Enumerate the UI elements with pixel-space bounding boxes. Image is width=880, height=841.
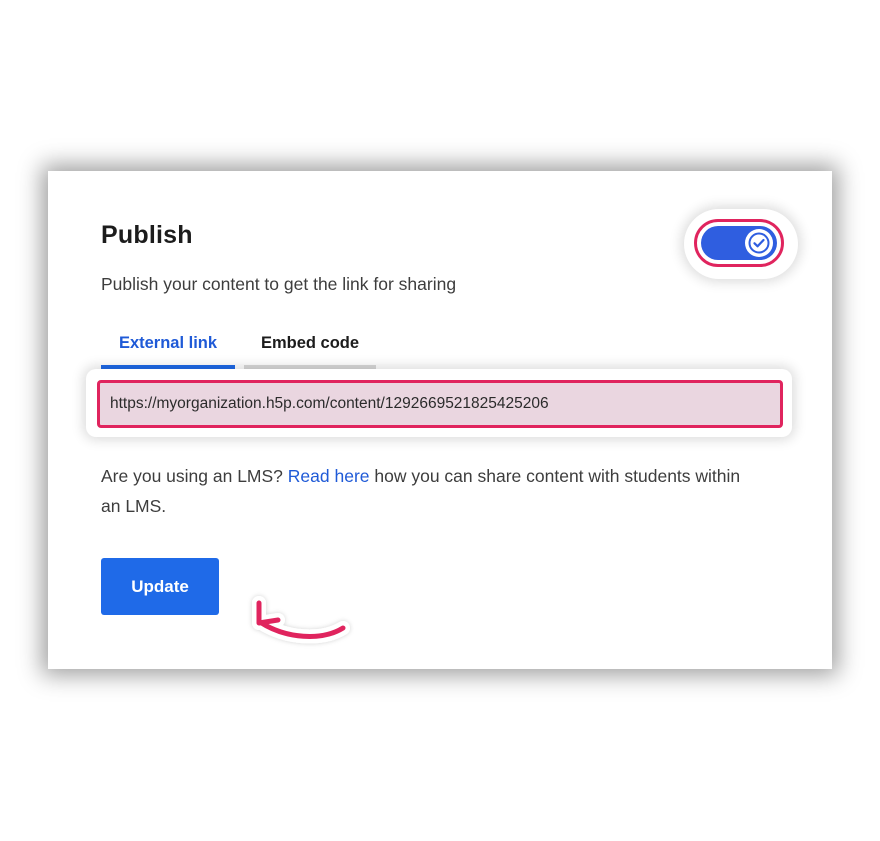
read-here-link[interactable]: Read here (288, 466, 370, 486)
external-link-input[interactable] (97, 380, 783, 428)
page-title: Publish (101, 221, 193, 249)
publish-toggle[interactable] (701, 226, 777, 260)
curved-arrow-icon (252, 596, 350, 644)
tab-external-link[interactable]: External link (101, 321, 235, 369)
screenshot-stage: Publish Publish your content to get the … (0, 0, 880, 841)
toggle-knob (745, 229, 773, 257)
tab-embed-code[interactable]: Embed code (244, 321, 376, 369)
lms-note-prefix: Are you using an LMS? (101, 466, 288, 486)
lms-note: Are you using an LMS? Read here how you … (101, 461, 761, 521)
publish-description: Publish your content to get the link for… (101, 274, 457, 294)
check-icon (748, 232, 770, 254)
publish-card: Publish Publish your content to get the … (48, 171, 832, 669)
